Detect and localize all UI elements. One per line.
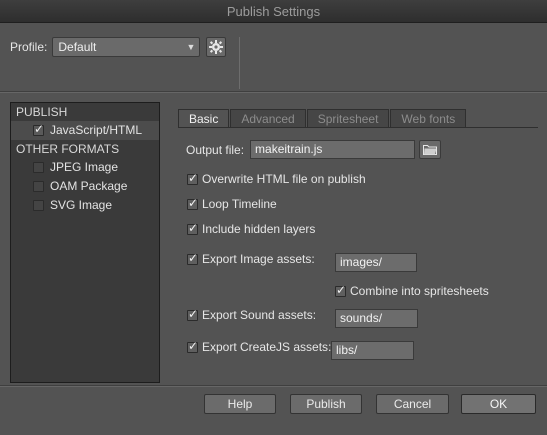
tab-baseline bbox=[178, 127, 538, 128]
profile-select[interactable]: Default ▼ bbox=[52, 37, 201, 57]
header-divider bbox=[239, 37, 240, 89]
overwrite-checkbox[interactable]: ✓ bbox=[187, 170, 199, 185]
browse-output-button[interactable] bbox=[419, 140, 442, 159]
profile-options-button[interactable] bbox=[206, 37, 227, 57]
settings-tabs: Basic Advanced Spritesheet Web fonts bbox=[178, 109, 467, 128]
tab-advanced[interactable]: Advanced bbox=[230, 109, 306, 128]
check-icon: ✓ bbox=[188, 170, 199, 185]
check-icon: ✓ bbox=[336, 282, 347, 297]
profile-row: Profile: Default ▼ bbox=[10, 36, 227, 58]
tab-web-fonts[interactable]: Web fonts bbox=[390, 109, 467, 128]
loop-timeline-label: Loop Timeline bbox=[202, 197, 277, 211]
hidden-layers-label: Include hidden layers bbox=[202, 222, 316, 236]
export-createjs-row: ✓ Export CreateJS assets: bbox=[187, 338, 332, 354]
tab-spritesheet[interactable]: Spritesheet bbox=[306, 109, 390, 128]
export-createjs-field[interactable]: libs/ bbox=[331, 341, 414, 360]
export-sound-label: Export Sound assets: bbox=[202, 308, 317, 322]
check-icon: ✓ bbox=[188, 338, 199, 353]
export-image-field[interactable]: images/ bbox=[335, 253, 417, 272]
output-file-field[interactable]: makeitrain.js bbox=[250, 140, 416, 159]
check-icon: ✓ bbox=[188, 195, 199, 210]
export-sound-checkbox[interactable]: ✓ bbox=[187, 306, 199, 321]
overwrite-row[interactable]: ✓ Overwrite HTML file on publish bbox=[187, 170, 366, 186]
top-divider-highlight bbox=[0, 92, 547, 93]
tab-basic[interactable]: Basic bbox=[178, 109, 230, 128]
output-file-row: Output file: makeitrain.js bbox=[186, 140, 442, 159]
publish-header: PUBLISH bbox=[16, 105, 68, 119]
overwrite-label: Overwrite HTML file on publish bbox=[202, 172, 366, 186]
export-sound-row: ✓ Export Sound assets: bbox=[187, 306, 317, 322]
combine-row[interactable]: ✓ Combine into spritesheets bbox=[335, 282, 489, 298]
export-image-checkbox[interactable]: ✓ bbox=[187, 250, 199, 265]
profile-select-value: Default bbox=[58, 40, 97, 54]
other-formats-header: OTHER FORMATS bbox=[16, 142, 120, 156]
check-icon: ✓ bbox=[188, 306, 199, 321]
format-item-label: JavaScript/HTML bbox=[50, 123, 143, 137]
hidden-layers-row[interactable]: ✓ Include hidden layers bbox=[187, 220, 316, 236]
format-item-label: JPEG Image bbox=[50, 160, 119, 174]
format-item-oam[interactable]: OAM Package bbox=[11, 177, 159, 196]
cancel-button[interactable]: Cancel bbox=[376, 394, 449, 414]
check-icon: ✓ bbox=[188, 220, 199, 235]
folder-icon bbox=[423, 145, 438, 155]
format-item-svg[interactable]: SVG Image bbox=[11, 196, 159, 215]
gear-icon bbox=[209, 40, 224, 54]
output-file-label: Output file: bbox=[186, 142, 245, 157]
publish-button[interactable]: Publish bbox=[290, 394, 362, 414]
combine-spritesheets-checkbox[interactable]: ✓ bbox=[335, 282, 347, 297]
loop-timeline-checkbox[interactable]: ✓ bbox=[187, 195, 199, 210]
profile-label: Profile: bbox=[10, 40, 48, 54]
chevron-down-icon: ▼ bbox=[186, 42, 196, 52]
export-createjs-label: Export CreateJS assets: bbox=[202, 340, 332, 354]
export-image-row: ✓ Export Image assets: bbox=[187, 250, 315, 266]
window-title: Publish Settings bbox=[0, 0, 547, 23]
export-sound-field[interactable]: sounds/ bbox=[335, 309, 418, 328]
format-item-javascript-html[interactable]: ✓ JavaScript/HTML bbox=[11, 121, 159, 140]
ok-button[interactable]: OK bbox=[461, 394, 536, 414]
combine-spritesheets-label: Combine into spritesheets bbox=[350, 284, 489, 298]
format-checkbox-svg[interactable] bbox=[33, 200, 44, 211]
format-checkbox-jpeg[interactable] bbox=[33, 162, 44, 173]
export-createjs-checkbox[interactable]: ✓ bbox=[187, 338, 199, 353]
export-image-label: Export Image assets: bbox=[202, 252, 315, 266]
hidden-layers-checkbox[interactable]: ✓ bbox=[187, 220, 199, 235]
format-item-label: OAM Package bbox=[50, 179, 128, 193]
loop-row[interactable]: ✓ Loop Timeline bbox=[187, 195, 277, 211]
bottom-divider-highlight bbox=[0, 386, 547, 387]
publish-settings-dialog: Profile: Default ▼ PUBLISH ✓ JavaScript/… bbox=[0, 23, 547, 435]
format-item-jpeg[interactable]: JPEG Image bbox=[11, 158, 159, 177]
format-checkbox-javascript-html[interactable]: ✓ bbox=[33, 122, 45, 136]
help-button[interactable]: Help bbox=[204, 394, 276, 414]
format-item-label: SVG Image bbox=[50, 198, 113, 212]
format-list: PUBLISH ✓ JavaScript/HTML OTHER FORMATS … bbox=[10, 102, 160, 383]
format-checkbox-oam[interactable] bbox=[33, 181, 44, 192]
check-icon: ✓ bbox=[34, 122, 45, 136]
check-icon: ✓ bbox=[188, 250, 199, 265]
